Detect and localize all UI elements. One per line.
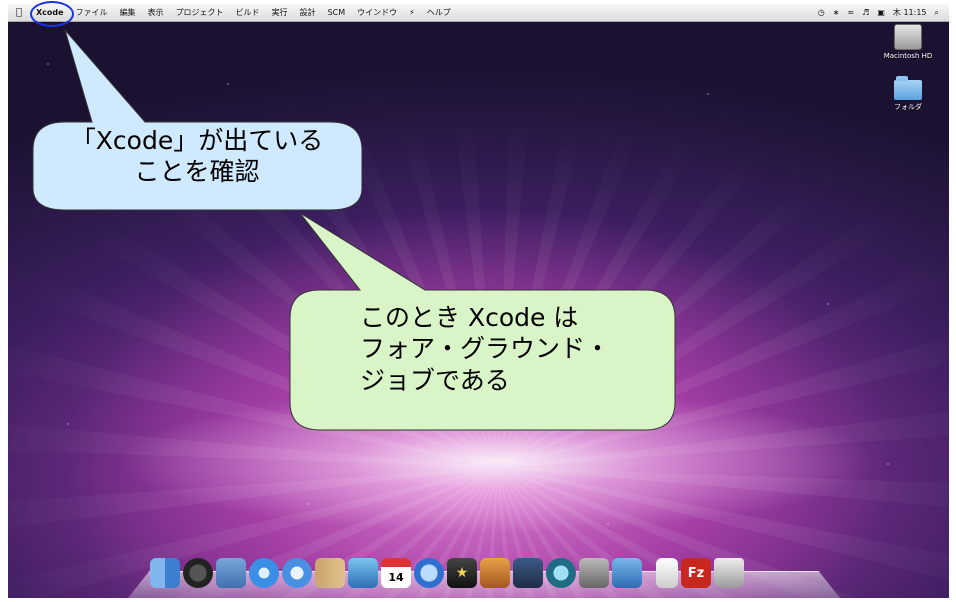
callout-foreground-line3: ジョブである bbox=[360, 365, 510, 395]
callout-foreground-job-shape bbox=[289, 212, 676, 431]
callout-foreground-line1: このとき Xcode は bbox=[360, 303, 579, 332]
callout-foreground-line2: フォア・グラウンド・ bbox=[360, 334, 611, 364]
